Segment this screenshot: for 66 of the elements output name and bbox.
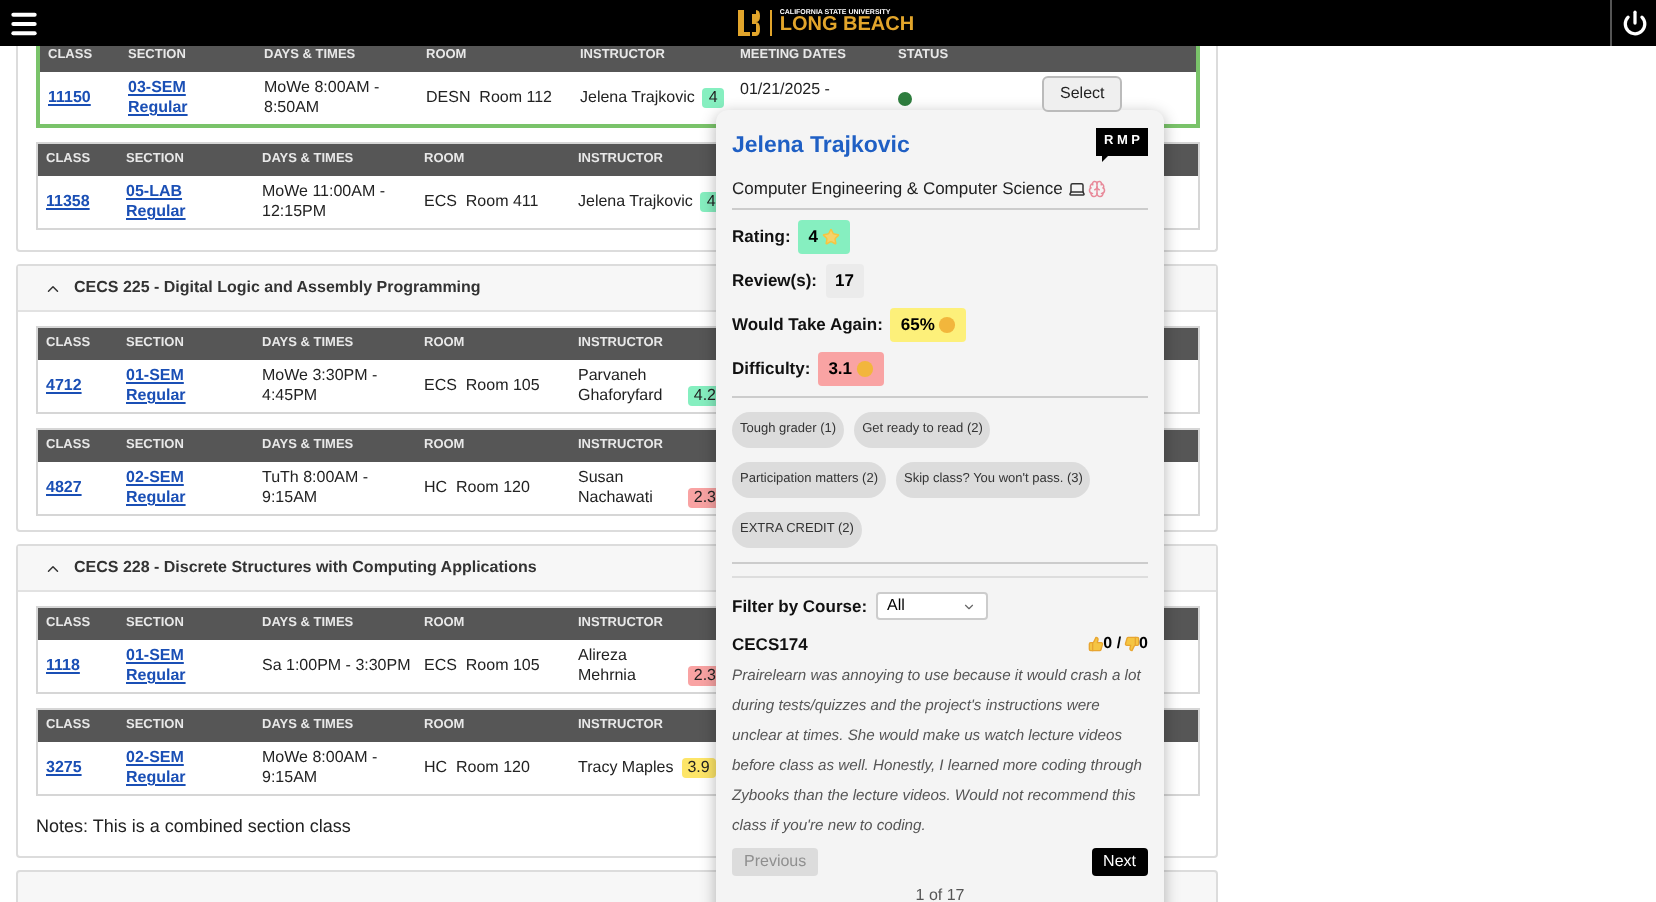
stat-value: 4 — [798, 220, 851, 254]
emoji-icon — [938, 316, 957, 334]
rating-badge: 4 — [702, 88, 724, 108]
thumbs-up-icon[interactable] — [1087, 636, 1104, 653]
days-times: MoWe 8:00AM - 8:50AM — [264, 78, 380, 116]
section-link[interactable]: 01-SEM Regular — [126, 366, 206, 406]
class-link[interactable]: 11358 — [46, 192, 90, 210]
room: ECS Room 105 — [424, 656, 540, 674]
instructor-name: Susan Nachawati — [578, 468, 655, 508]
stat-label: Difficulty: — [732, 356, 811, 382]
stat-label: Rating: — [732, 224, 791, 250]
dislikes-count: 0 — [1139, 632, 1148, 657]
class-link[interactable]: 4827 — [46, 478, 82, 496]
meeting-dates: 01/21/2025 - — [740, 80, 830, 98]
instructor-name: Parvaneh Ghaforyfard — [578, 366, 665, 406]
stat-value: 3.1 — [818, 352, 885, 386]
room: HC Room 120 — [424, 758, 530, 776]
section-link[interactable]: 02-SEM Regular — [126, 748, 206, 788]
instructor-name: Jelena Trajkovic — [578, 192, 693, 212]
section-link[interactable]: 02-SEM Regular — [126, 468, 206, 508]
thumbs-down-icon[interactable] — [1123, 636, 1140, 653]
menu-icon[interactable] — [8, 7, 40, 39]
instructor-name: Alireza Mehrnia — [578, 646, 638, 686]
room: ECS Room 105 — [424, 376, 540, 394]
section-link[interactable]: 05-LAB Regular — [126, 182, 206, 222]
section-link[interactable]: 03-SEM Regular — [128, 78, 208, 118]
days-times: MoWe 11:00AM - 12:15PM — [262, 182, 386, 220]
class-link[interactable]: 1118 — [46, 656, 80, 674]
class-link[interactable]: 3275 — [46, 758, 82, 776]
caret-icon — [961, 599, 976, 613]
professor-name[interactable]: Jelena Trajkovic — [732, 130, 910, 165]
star-icon — [822, 228, 841, 246]
page-indicator: 1 of 17 — [913, 883, 967, 902]
section-link[interactable]: 01-SEM Regular — [126, 646, 206, 686]
next-button[interactable]: Next — [1091, 847, 1148, 876]
stat-value: 65% — [890, 308, 967, 342]
select-button[interactable]: Select — [1042, 76, 1123, 112]
campus-name: LONG BEACH — [779, 16, 915, 37]
stat-label: Would Take Again: — [732, 312, 883, 338]
days-times: MoWe 8:00AM - 9:15AM — [262, 748, 378, 786]
brain-icon — [1088, 180, 1107, 199]
likes-count: 0 / — [1103, 632, 1122, 657]
power-icon[interactable] — [1621, 10, 1647, 36]
instructor-name: Tracy Maples — [578, 758, 674, 778]
class-link[interactable]: 11150 — [48, 88, 91, 106]
days-times: Sa 1:00PM - 3:30PM — [262, 656, 411, 674]
days-times: MoWe 3:30PM - 4:45PM — [262, 366, 378, 404]
department: Computer Engineering & Computer Science — [732, 176, 1063, 202]
room: HC Room 120 — [424, 478, 530, 496]
course-filter-select[interactable]: All — [875, 592, 988, 620]
course-title: CECS 225 - Digital Logic and Assembly Programming — [74, 276, 481, 300]
stat-label: Review(s): — [732, 268, 818, 294]
review-course: CECS174 — [732, 632, 808, 658]
notes-text: Notes: This is a combined section class — [36, 814, 351, 840]
laptop-icon — [1068, 180, 1087, 199]
course-title: CECS 228 - Discrete Structures with Computing Applications — [74, 556, 537, 580]
logo-icon — [735, 8, 762, 38]
room: ECS Room 411 — [424, 192, 539, 210]
filter-label: Filter by Course: — [732, 593, 868, 619]
class-link[interactable]: 4712 — [46, 376, 82, 394]
emoji-icon — [856, 360, 875, 378]
room: DESN Room 112 — [426, 88, 552, 106]
rating-badge: 3.9 — [681, 758, 716, 778]
instructor-name: Jelena Trajkovic — [580, 88, 695, 108]
stat-value: 17 — [825, 264, 864, 298]
days-times: TuTh 8:00AM - 9:15AM — [262, 468, 369, 506]
